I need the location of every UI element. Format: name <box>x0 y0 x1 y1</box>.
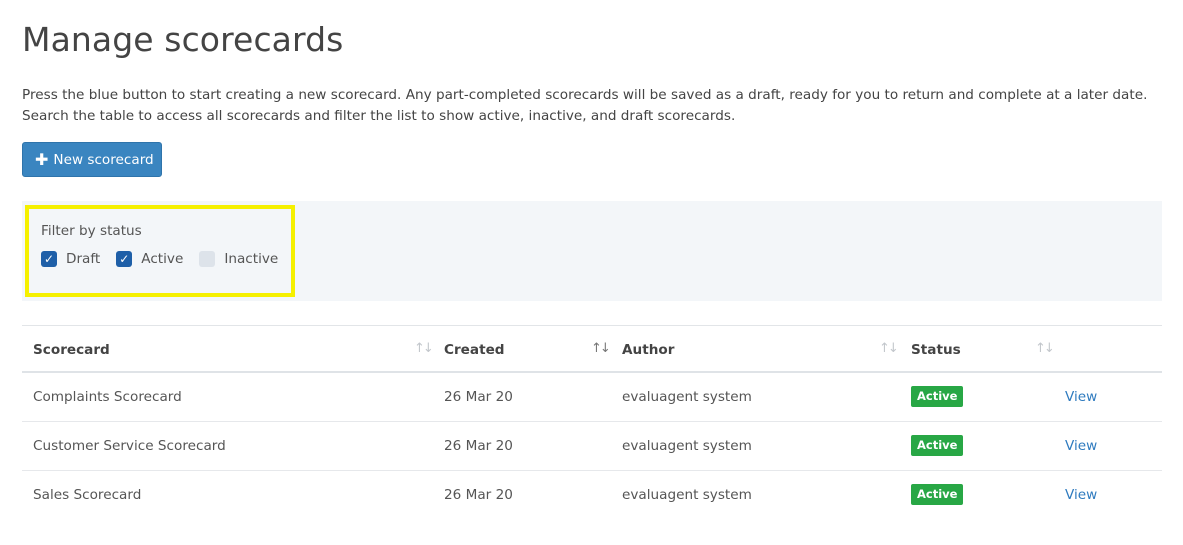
column-header-scorecard[interactable]: Scorecard <box>33 342 110 358</box>
filter-panel: Filter by status ✓ Draft ✓ Active Inacti… <box>22 201 1162 301</box>
filter-active-option[interactable]: ✓ Active <box>116 251 183 267</box>
new-scorecard-label: New scorecard <box>53 151 154 168</box>
scorecard-name: Complaints Scorecard <box>33 389 182 405</box>
page: Manage scorecards Press the blue button … <box>0 0 1183 545</box>
page-title: Manage scorecards <box>22 20 344 59</box>
filter-draft-option[interactable]: ✓ Draft <box>41 251 100 267</box>
status-badge: Active <box>911 386 964 407</box>
sort-arrows-icon[interactable]: ↑↓ <box>591 341 611 356</box>
page-intro: Press the blue button to start creating … <box>22 87 1148 124</box>
new-scorecard-button[interactable]: ✚ New scorecard <box>22 142 162 177</box>
view-link[interactable]: View <box>1065 389 1097 405</box>
filter-options: ✓ Draft ✓ Active Inactive <box>41 251 294 267</box>
author-name: evaluagent system <box>622 389 752 405</box>
inactive-checkbox[interactable] <box>199 251 216 267</box>
author-name: evaluagent system <box>622 438 752 454</box>
table-row: Sales Scorecard 26 Mar 20 evaluagent sys… <box>22 471 1162 520</box>
column-header-status[interactable]: Status <box>911 342 961 358</box>
created-date: 26 Mar 20 <box>444 389 513 405</box>
scorecards-table: Scorecard ↑↓ Created ↑↓ Author ↑↓ Status… <box>22 325 1162 520</box>
active-label: Active <box>141 251 184 267</box>
created-date: 26 Mar 20 <box>444 438 513 454</box>
active-checkbox[interactable]: ✓ <box>116 251 133 267</box>
view-link[interactable]: View <box>1065 438 1097 454</box>
scorecard-name: Customer Service Scorecard <box>33 438 226 454</box>
inactive-label: Inactive <box>224 251 279 267</box>
scorecard-name: Sales Scorecard <box>33 487 142 503</box>
table-row: Complaints Scorecard 26 Mar 20 evaluagen… <box>22 373 1162 422</box>
plus-icon: ✚ <box>35 149 49 169</box>
author-name: evaluagent system <box>622 487 752 503</box>
filter-label: Filter by status <box>41 223 142 239</box>
checkmark-icon: ✓ <box>43 252 55 266</box>
checkmark-icon: ✓ <box>119 252 130 266</box>
sort-arrows-icon[interactable]: ↑↓ <box>414 341 434 356</box>
draft-label: Draft <box>66 251 101 267</box>
column-header-author[interactable]: Author <box>622 342 674 358</box>
sort-arrows-icon[interactable]: ↑↓ <box>879 341 899 356</box>
view-link[interactable]: View <box>1065 487 1097 503</box>
created-date: 26 Mar 20 <box>444 487 513 503</box>
column-header-created[interactable]: Created <box>444 342 505 358</box>
table-header: Scorecard ↑↓ Created ↑↓ Author ↑↓ Status… <box>22 326 1162 373</box>
table-row: Customer Service Scorecard 26 Mar 20 eva… <box>22 422 1162 471</box>
filter-inactive-option[interactable]: Inactive <box>199 251 278 267</box>
draft-checkbox[interactable]: ✓ <box>41 251 57 267</box>
status-badge: Active <box>911 484 964 505</box>
status-badge: Active <box>911 435 964 456</box>
sort-arrows-icon[interactable]: ↑↓ <box>1035 341 1055 356</box>
